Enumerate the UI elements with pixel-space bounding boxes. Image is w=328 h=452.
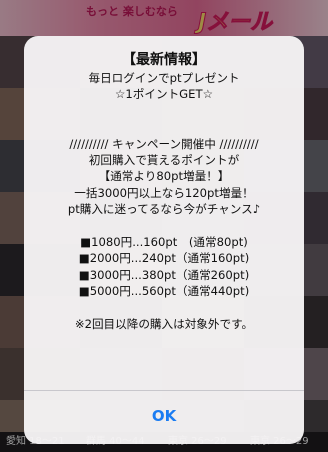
price-line: ■3000円...380pt（通常260pt) — [78, 267, 250, 282]
alert-line: 【通常より80pt増量！】 — [98, 169, 230, 184]
alert-spacer — [24, 218, 304, 234]
alert-line: ☆1ポイントGET☆ — [115, 87, 213, 102]
alert-line: 一括3000円以上なら120pt増量！ — [74, 185, 254, 200]
alert-title: 【最新情報】 — [122, 52, 206, 68]
alert-spacer — [24, 103, 304, 119]
ok-button[interactable]: OK — [24, 391, 304, 444]
info-alert-dialog: 【最新情報】 毎日ログインでptプレゼント ☆1ポイントGET☆ ///////… — [24, 36, 304, 444]
alert-spacer — [24, 119, 304, 135]
price-line: ■5000円...560pt（通常440pt) — [78, 284, 250, 299]
price-line: ■1080円...160pt (通常80pt) — [80, 235, 248, 250]
price-line: ■2000円...240pt（通常160pt) — [78, 251, 250, 266]
alert-note: ※2回目以降の購入は対象外です。 — [74, 317, 254, 332]
alert-line: pt購入に迷ってるなら今がチャンス♪ — [67, 202, 261, 217]
alert-line: 初回購入で貰えるポイントが — [88, 153, 240, 167]
alert-line: ////////// キャンペーン開催中 ////////// — [69, 136, 259, 151]
alert-spacer — [24, 300, 304, 316]
alert-line: 毎日ログインでptプレゼント — [88, 71, 240, 85]
alert-body: 【最新情報】 毎日ログインでptプレゼント ☆1ポイントGET☆ ///////… — [24, 36, 304, 390]
